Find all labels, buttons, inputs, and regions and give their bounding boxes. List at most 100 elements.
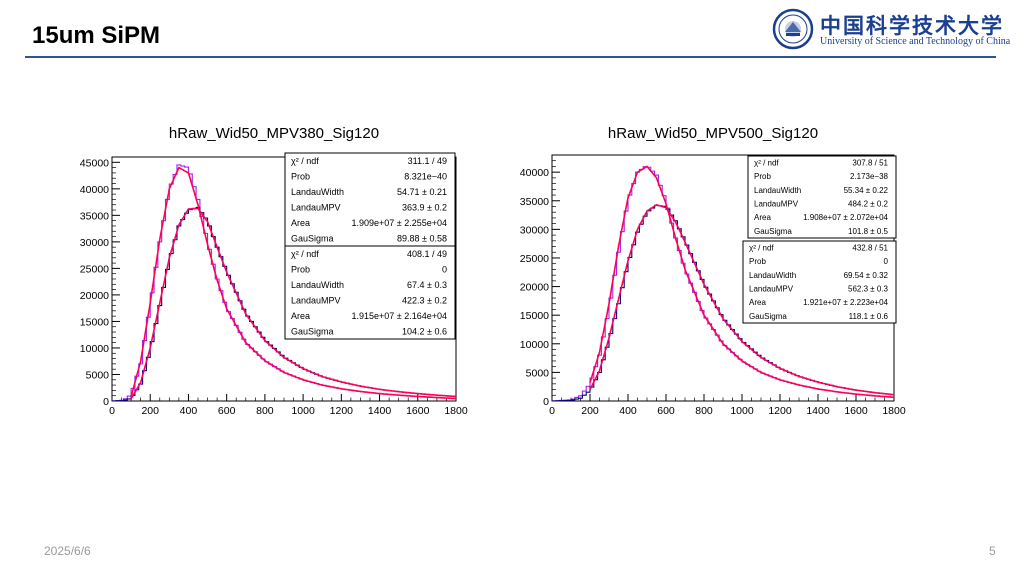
stat-value: 118.1 ± 0.6: [849, 312, 889, 321]
stat-value: 408.1 / 49: [407, 249, 447, 259]
stat-value: 67.4 ± 0.3: [407, 280, 447, 290]
x-tick-label: 800: [256, 405, 274, 417]
x-tick-label: 1600: [406, 405, 430, 417]
chart-title: hRaw_Wid50_MPV380_Sig120: [169, 125, 379, 142]
y-tick-label: 0: [103, 396, 109, 408]
x-tick-label: 1800: [882, 405, 906, 417]
y-tick-label: 20000: [80, 290, 109, 302]
stat-value: 1.908e+07 ± 2.072e+04: [803, 213, 888, 222]
stat-box-frame: [284, 152, 456, 247]
stat-label: χ² / ndf: [754, 159, 779, 168]
histogram-plot-mpv380: hRaw_Wid50_MPV380_Sig120 0 200 400 600 800 100…: [80, 125, 468, 417]
x-tick-label: 400: [180, 405, 198, 417]
y-tick-label: 5000: [526, 367, 550, 379]
x-tick-label: 1800: [444, 405, 468, 417]
stat-box-frame: [742, 240, 897, 324]
stat-value: 484.2 ± 0.2: [848, 200, 889, 209]
stat-value: 89.88 ± 0.58: [397, 233, 447, 243]
slide-title: 15um SiPM: [32, 22, 161, 49]
x-tick-label: 200: [581, 405, 599, 417]
logo-english-name: University of Science and Technology of …: [820, 36, 1011, 47]
stat-box-1: χ² / ndf 408.1 / 49 Prob 0 LandauWidth 67.4 ±…: [284, 245, 456, 340]
stat-value: 1.909e+07 ± 2.255e+04: [351, 218, 447, 228]
title-rule: [25, 56, 996, 58]
stat-value: 2.173e−38: [850, 172, 889, 181]
footer-date: 2025/6/6: [44, 544, 91, 558]
stat-value: 54.71 ± 0.21: [397, 187, 447, 197]
stat-box-0: χ² / ndf 307.8 / 51 Prob 2.173e−38 LandauWid…: [747, 155, 897, 239]
y-tick-label: 15000: [80, 316, 109, 328]
x-tick-label: 600: [218, 405, 236, 417]
stat-box-frame: [284, 245, 456, 340]
y-tick-label: 35000: [80, 210, 109, 222]
x-tick-label: 0: [549, 405, 555, 417]
y-tick-label: 45000: [80, 157, 109, 169]
y-tick-label: 15000: [520, 310, 549, 322]
y-tick-label: 20000: [520, 282, 549, 294]
y-tick-label: 40000: [520, 167, 549, 179]
stat-label: GauSigma: [291, 326, 334, 336]
stat-label: Area: [291, 311, 310, 321]
x-tick-label: 1400: [368, 405, 392, 417]
y-tick-label: 30000: [520, 224, 549, 236]
stat-label: Area: [754, 213, 771, 222]
stat-label: GauSigma: [291, 233, 334, 243]
x-tick-label: 800: [695, 405, 713, 417]
stat-label: χ² / ndf: [291, 249, 319, 259]
stat-label: LandauMPV: [754, 200, 799, 209]
chart-title: hRaw_Wid50_MPV500_Sig120: [608, 125, 818, 142]
stat-label: LandauMPV: [291, 295, 341, 305]
stat-label: GauSigma: [749, 312, 787, 321]
stat-label: GauSigma: [754, 227, 792, 236]
x-tick-label: 1600: [844, 405, 868, 417]
stat-label: χ² / ndf: [749, 244, 774, 253]
stat-label: Prob: [754, 172, 771, 181]
x-tick-label: 1200: [330, 405, 354, 417]
stat-label: LandauWidth: [754, 186, 801, 195]
stat-value: 311.1 / 49: [408, 156, 447, 166]
x-tick-label: 1000: [291, 405, 315, 417]
stat-value: 363.9 ± 0.2: [402, 202, 447, 212]
stat-value: 8.321e−40: [404, 171, 447, 181]
stat-value: 69.54 ± 0.32: [844, 271, 889, 280]
stat-value: 432.8 / 51: [852, 244, 888, 253]
y-tick-label: 0: [543, 396, 549, 408]
stat-label: LandauWidth: [291, 187, 344, 197]
y-tick-label: 35000: [520, 196, 549, 208]
x-tick-label: 200: [141, 405, 159, 417]
x-tick-label: 1400: [806, 405, 830, 417]
stat-value: 562.3 ± 0.3: [848, 285, 889, 294]
histogram-plot-mpv500: hRaw_Wid50_MPV500_Sig120 0 200 400 600 800 100…: [520, 125, 906, 417]
x-tick-label: 1000: [730, 405, 754, 417]
stat-value: 104.2 ± 0.6: [402, 326, 447, 336]
stat-label: Area: [749, 298, 766, 307]
stat-value: 1.915e+07 ± 2.164e+04: [351, 311, 447, 321]
stat-value: 307.8 / 51: [852, 159, 888, 168]
stat-label: LandauMPV: [291, 202, 341, 212]
page-number: 5: [989, 544, 996, 558]
y-tick-label: 10000: [80, 343, 109, 355]
stat-label: LandauMPV: [749, 285, 794, 294]
x-tick-label: 400: [619, 405, 637, 417]
stat-label: χ² / ndf: [291, 156, 319, 166]
stat-box-1: χ² / ndf 432.8 / 51 Prob 0 LandauWidth 69.54 …: [742, 240, 897, 324]
stat-label: Prob: [291, 264, 310, 274]
y-tick-label: 40000: [80, 184, 109, 196]
stat-value: 55.34 ± 0.22: [844, 186, 889, 195]
university-logo: 中国科学技术大学 University of Science and Techn…: [772, 8, 1010, 50]
university-seal-icon: [772, 8, 814, 50]
y-tick-label: 5000: [86, 369, 110, 381]
stat-value: 422.3 ± 0.2: [402, 295, 447, 305]
x-tick-label: 0: [109, 405, 115, 417]
stat-value: 0: [884, 257, 889, 266]
y-tick-label: 25000: [520, 253, 549, 265]
stat-label: Prob: [291, 171, 310, 181]
stat-value: 0: [442, 264, 447, 274]
stat-label: LandauWidth: [291, 280, 344, 290]
stat-label: LandauWidth: [749, 271, 796, 280]
y-tick-label: 30000: [80, 237, 109, 249]
stat-value: 101.8 ± 0.5: [848, 227, 889, 236]
x-tick-label: 1200: [768, 405, 792, 417]
stat-label: Prob: [749, 257, 766, 266]
stat-box-frame: [747, 155, 897, 239]
